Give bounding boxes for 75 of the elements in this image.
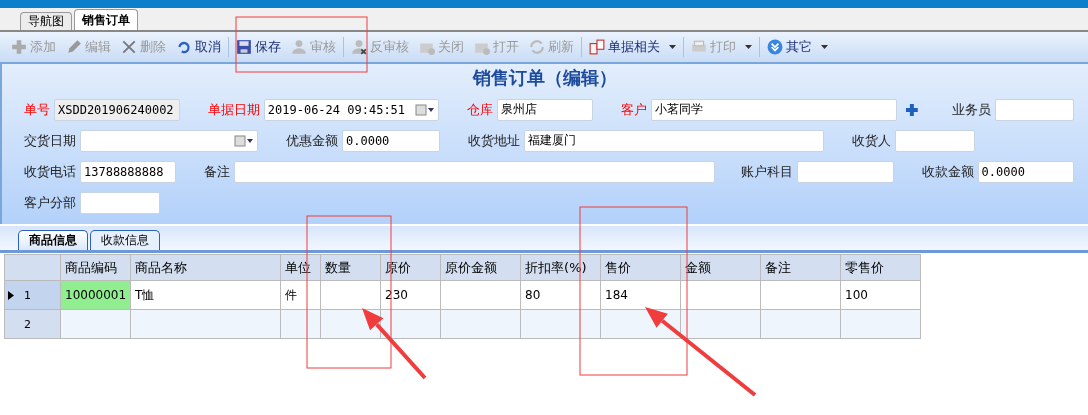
row-number: 1 [24,288,31,302]
field-label: 单据日期 [207,100,260,119]
close-icon [121,39,137,55]
field-label: 客户 [621,100,647,119]
field-label: 备注 [204,162,231,181]
input-field[interactable]: 福建厦门 [524,129,824,152]
pencil-icon [66,39,82,55]
toolbar-button[interactable]: 保存 [231,35,286,59]
column-header[interactable]: 原价金额 [440,254,521,281]
toolbar-button[interactable]: 取消 [171,35,226,59]
field-label: 仓库 [466,100,493,119]
form-title: 销售订单（编辑） [471,66,618,90]
field-label: 收款金额 [921,162,974,181]
row-header[interactable]: 2 [4,309,61,339]
plus-icon [11,39,27,55]
row-number: 2 [24,317,31,331]
input-field[interactable] [995,98,1074,121]
table-cell: 10000001 [60,280,131,310]
field-label: 账户科目 [741,162,794,181]
field-label: 客户分部 [24,193,76,212]
caret-icon [821,45,828,49]
calendar-dropdown-icon[interactable] [234,134,254,147]
input-field[interactable] [797,160,894,183]
field-label: 收货电话 [24,162,76,181]
field-label: 业务员 [952,100,992,119]
field-label: 收货人 [852,131,891,150]
field-label: 交货日期 [24,131,76,150]
corner-header [4,254,61,281]
document-tab[interactable]: 销售订单 [74,9,138,30]
column-header[interactable]: 金额 [680,254,761,281]
row-header[interactable]: 1 [4,280,61,310]
input-field[interactable]: 泉州店 [496,98,593,121]
input-field[interactable]: 小茗同学 [651,98,897,121]
toolbar-button[interactable]: 其它 [762,35,833,59]
input-field[interactable]: 13788888888 [80,160,177,183]
field-label: 收货地址 [468,131,520,150]
date-field[interactable]: 2019-06-24 09:45:51 [263,98,439,121]
field-label: 单号 [24,100,50,119]
current-row-icon [8,290,14,300]
input-field[interactable] [895,129,975,152]
printer-icon [691,39,707,55]
input-field[interactable]: 0.0000 [977,160,1074,183]
caret-icon [669,45,676,49]
calendar-icon [589,39,605,55]
toolbar-button[interactable]: 单据相关 [584,35,681,59]
chevrons-down-icon [767,39,783,55]
column-header[interactable]: 商品编码 [60,254,131,281]
undo-icon [176,39,192,55]
document-tab[interactable]: 导航图 [20,12,72,30]
table-cell: 184 [600,280,681,310]
input-field[interactable] [80,191,160,214]
date-field[interactable] [80,129,258,152]
column-header[interactable]: 零售价 [840,254,921,281]
input-field[interactable]: XSDD201906240002 [54,98,180,121]
table-cell: T恤 [130,280,281,310]
input-field[interactable] [234,160,716,183]
field-label: 优惠金额 [286,131,338,150]
input-field[interactable]: 0.0000 [342,129,440,152]
column-header[interactable]: 折扣率(%) [520,254,601,281]
user-icon [351,39,367,55]
detail-tab[interactable]: 收款信息 [90,230,160,250]
column-header[interactable]: 单位 [280,254,321,281]
column-header[interactable]: 备注 [760,254,841,281]
table-cell: 100 [840,280,921,310]
column-header[interactable]: 售价 [600,254,681,281]
annotation-arrow [362,308,427,380]
column-header[interactable]: 数量 [320,254,381,281]
caret-icon [745,45,752,49]
user-icon [291,39,307,55]
column-header[interactable]: 原价 [380,254,441,281]
refresh-icon [529,39,545,55]
add-icon[interactable] [904,102,919,117]
detail-tab[interactable]: 商品信息 [18,230,88,250]
column-header[interactable]: 商品名称 [130,254,281,281]
calendar-dropdown-icon[interactable] [414,103,435,116]
